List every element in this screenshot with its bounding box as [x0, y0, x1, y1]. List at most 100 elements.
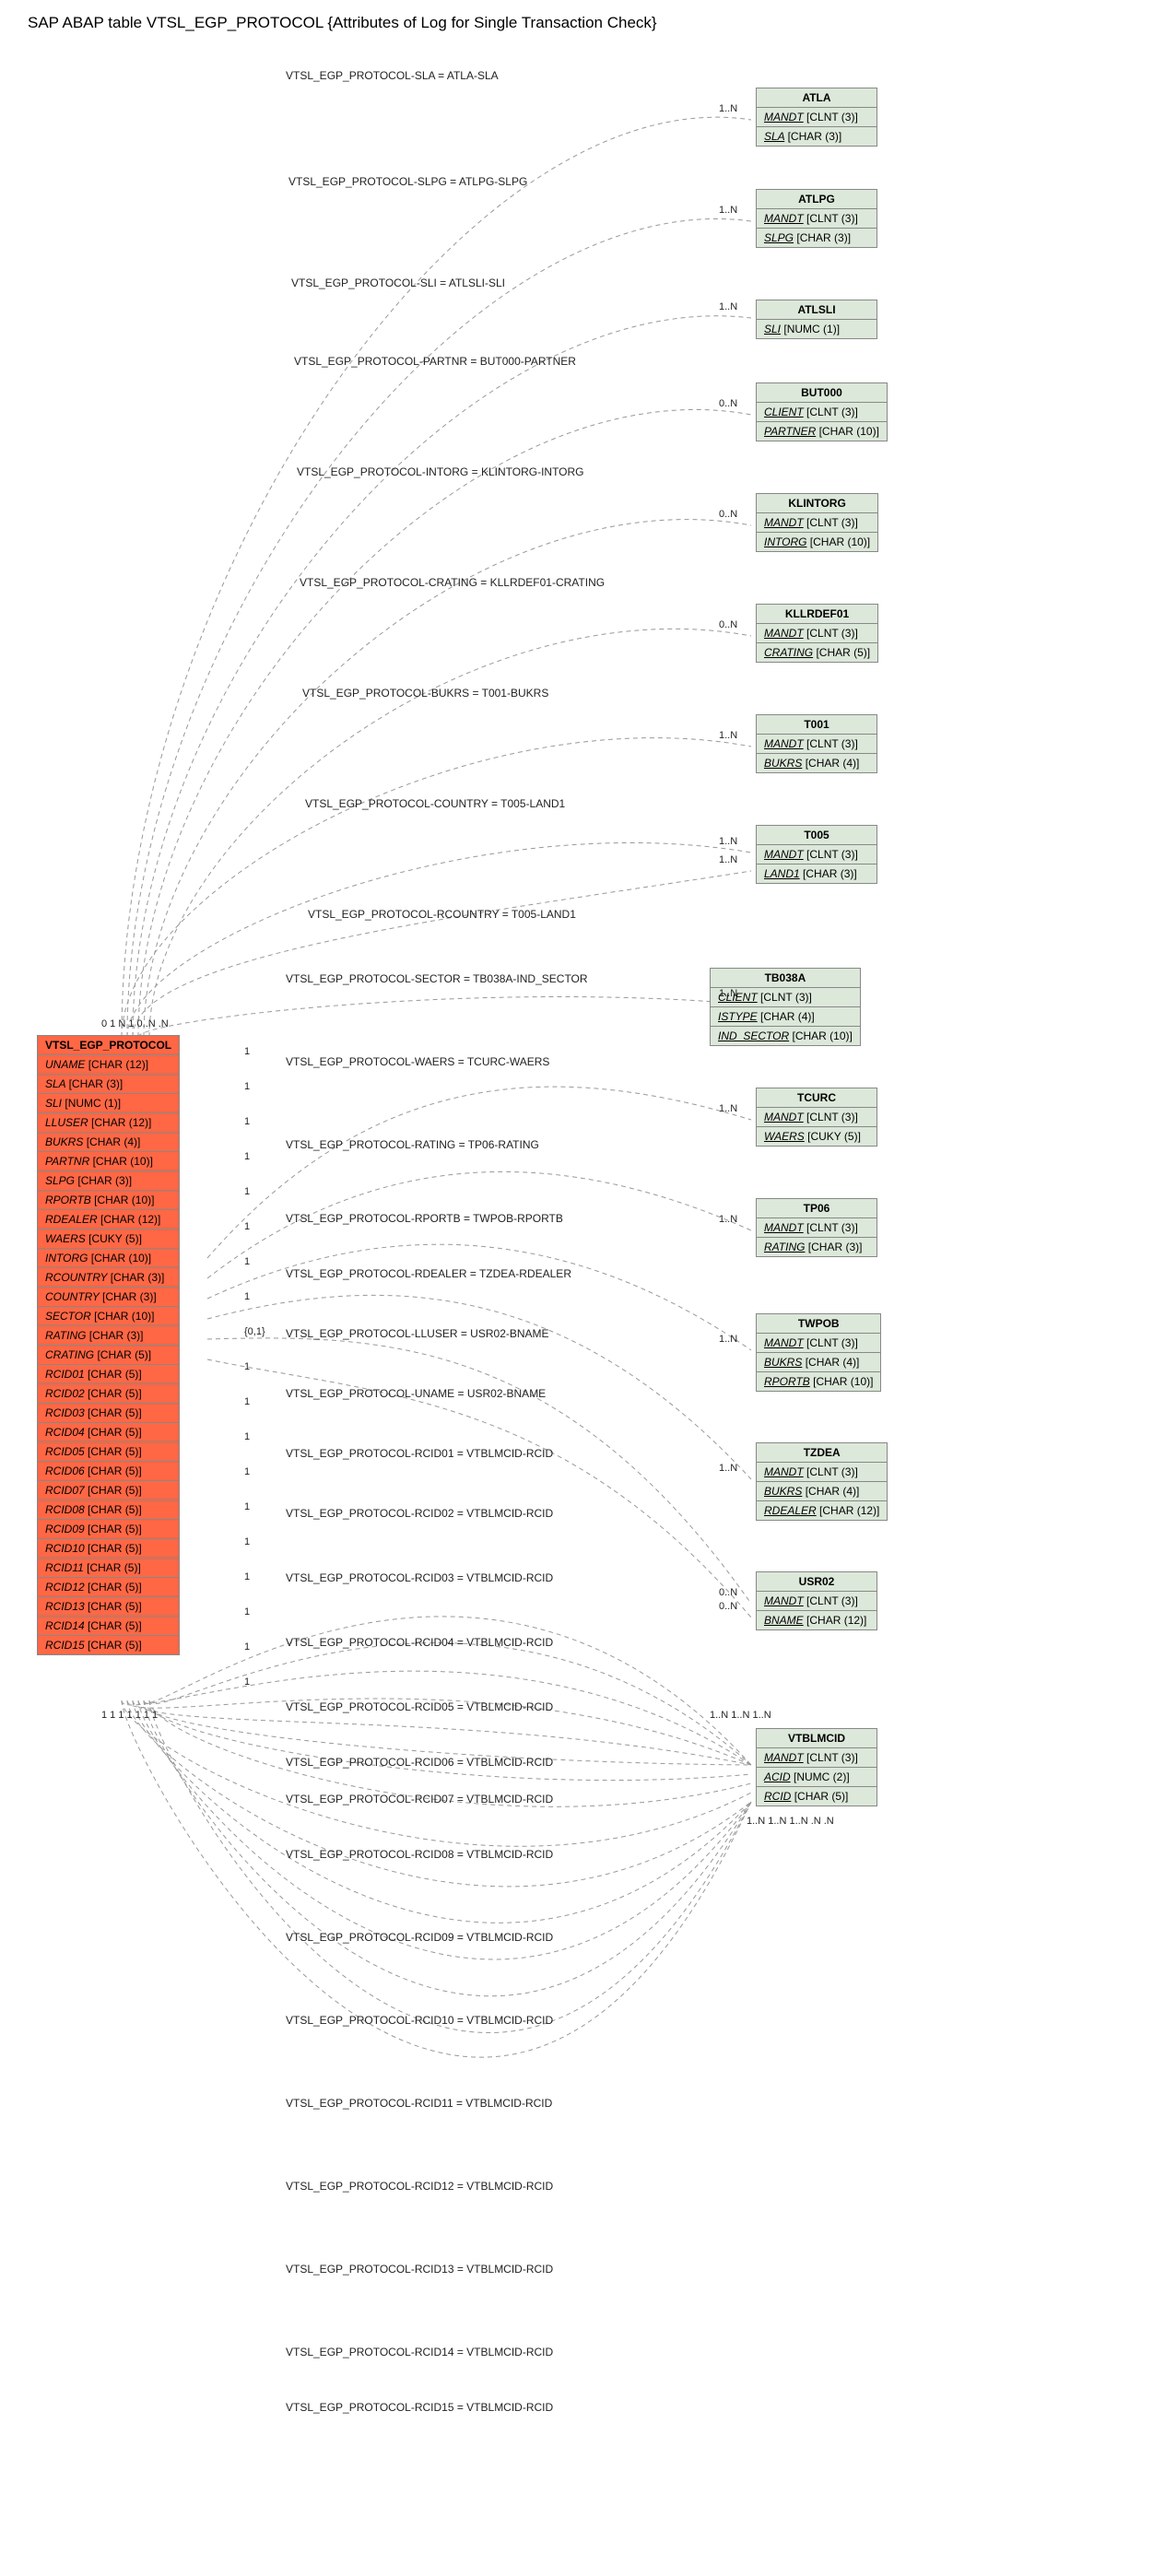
field-rcid05: RCID05 [CHAR (5)]	[38, 1442, 179, 1462]
field-bukrs: BUKRS [CHAR (4)]	[757, 1482, 887, 1501]
cardinality-src: {0,1}	[244, 1326, 265, 1337]
entity-vtblmcid: VTBLMCIDMANDT [CLNT (3)]ACID [NUMC (2)]R…	[756, 1728, 877, 1806]
cardinality-src: 1	[244, 1676, 250, 1688]
field-acid: ACID [NUMC (2)]	[757, 1768, 877, 1787]
cardinality-src: 1	[244, 1221, 250, 1232]
field-ind_sector: IND_SECTOR [CHAR (10)]	[711, 1027, 860, 1045]
rel-label: VTSL_EGP_PROTOCOL-RPORTB = TWPOB-RPORTB	[286, 1212, 563, 1225]
rel-label: VTSL_EGP_PROTOCOL-RCID04 = VTBLMCID-RCID	[286, 1636, 553, 1649]
field-sla: SLA [CHAR (3)]	[38, 1075, 179, 1094]
rel-label: VTSL_EGP_PROTOCOL-SLPG = ATLPG-SLPG	[288, 175, 527, 188]
rel-label: VTSL_EGP_PROTOCOL-COUNTRY = T005-LAND1	[305, 797, 565, 810]
field-waers: WAERS [CUKY (5)]	[38, 1229, 179, 1249]
cardinality-src: 1	[244, 1501, 250, 1512]
entity-header: TP06	[757, 1199, 877, 1218]
field-rcid03: RCID03 [CHAR (5)]	[38, 1404, 179, 1423]
cardinality: 1..N	[719, 301, 737, 312]
page-title: SAP ABAP table VTSL_EGP_PROTOCOL {Attrib…	[28, 14, 1153, 32]
field-mandt: MANDT [CLNT (3)]	[757, 209, 877, 229]
entity-header: USR02	[757, 1572, 877, 1592]
field-rating: RATING [CHAR (3)]	[38, 1326, 179, 1346]
rel-label: VTSL_EGP_PROTOCOL-CRATING = KLLRDEF01-CR…	[300, 576, 605, 589]
field-rcid02: RCID02 [CHAR (5)]	[38, 1384, 179, 1404]
cardinality-src: 1	[244, 1431, 250, 1442]
rel-label: VTSL_EGP_PROTOCOL-RCID12 = VTBLMCID-RCID	[286, 2180, 553, 2193]
cardinality: 1..N	[719, 730, 737, 741]
cardinality-src: 1	[244, 1186, 250, 1197]
rel-label: VTSL_EGP_PROTOCOL-INTORG = KLINTORG-INTO…	[297, 465, 584, 478]
rel-label: VTSL_EGP_PROTOCOL-RCID08 = VTBLMCID-RCID	[286, 1848, 553, 1861]
entity-header: ATLA	[757, 88, 877, 108]
cardinality: 1..N	[719, 1463, 737, 1474]
connectors-svg	[9, 41, 1153, 2567]
field-partner: PARTNER [CHAR (10)]	[757, 422, 887, 441]
card-vtblmcid-bottom: 1..N 1..N 1..N .N .N	[747, 1816, 834, 1827]
rel-label: VTSL_EGP_PROTOCOL-SLA = ATLA-SLA	[286, 69, 499, 82]
entity-atlpg: ATLPGMANDT [CLNT (3)]SLPG [CHAR (3)]	[756, 189, 877, 248]
rel-label: VTSL_EGP_PROTOCOL-LLUSER = USR02-BNAME	[286, 1327, 549, 1340]
field-rcid14: RCID14 [CHAR (5)]	[38, 1617, 179, 1636]
entity-vtsl-egp-protocol: VTSL_EGP_PROTOCOL UNAME [CHAR (12)]SLA […	[37, 1035, 180, 1655]
field-intorg: INTORG [CHAR (10)]	[38, 1249, 179, 1268]
field-rportb: RPORTB [CHAR (10)]	[38, 1191, 179, 1210]
field-rdealer: RDEALER [CHAR (12)]	[757, 1501, 887, 1520]
entity-t005: T005MANDT [CLNT (3)]LAND1 [CHAR (3)]	[756, 825, 877, 884]
cardinality-src: 1	[244, 1256, 250, 1267]
field-rcid04: RCID04 [CHAR (5)]	[38, 1423, 179, 1442]
rel-label: VTSL_EGP_PROTOCOL-RCID13 = VTBLMCID-RCID	[286, 2263, 553, 2276]
field-mandt: MANDT [CLNT (3)]	[757, 735, 877, 754]
rel-label: VTSL_EGP_PROTOCOL-RCID05 = VTBLMCID-RCID	[286, 1700, 553, 1713]
rel-label: VTSL_EGP_PROTOCOL-WAERS = TCURC-WAERS	[286, 1055, 549, 1068]
field-uname: UNAME [CHAR (12)]	[38, 1055, 179, 1075]
field-rcid01: RCID01 [CHAR (5)]	[38, 1365, 179, 1384]
field-mandt: MANDT [CLNT (3)]	[757, 1463, 887, 1482]
entity-header: TCURC	[757, 1088, 877, 1108]
field-rcid07: RCID07 [CHAR (5)]	[38, 1481, 179, 1500]
field-rating: RATING [CHAR (3)]	[757, 1238, 877, 1256]
entity-header: TZDEA	[757, 1443, 887, 1463]
field-rcid10: RCID10 [CHAR (5)]	[38, 1539, 179, 1559]
rel-label: VTSL_EGP_PROTOCOL-RCID07 = VTBLMCID-RCID	[286, 1793, 553, 1806]
cardinality-src: 1	[244, 1536, 250, 1547]
entity-t001: T001MANDT [CLNT (3)]BUKRS [CHAR (4)]	[756, 714, 877, 773]
rel-label: VTSL_EGP_PROTOCOL-SLI = ATLSLI-SLI	[291, 276, 505, 289]
entity-header: TB038A	[711, 969, 860, 988]
er-diagram: VTSL_EGP_PROTOCOL UNAME [CHAR (12)]SLA […	[9, 41, 1153, 2567]
entity-header: VTSL_EGP_PROTOCOL	[38, 1036, 179, 1055]
field-slpg: SLPG [CHAR (3)]	[38, 1171, 179, 1191]
rel-label: VTSL_EGP_PROTOCOL-UNAME = USR02-BNAME	[286, 1387, 546, 1400]
entity-header: ATLPG	[757, 190, 877, 209]
field-mandt: MANDT [CLNT (3)]	[757, 1334, 880, 1353]
cardinality-src: 1	[244, 1046, 250, 1057]
rel-label: VTSL_EGP_PROTOCOL-RDEALER = TZDEA-RDEALE…	[286, 1267, 571, 1280]
field-intorg: INTORG [CHAR (10)]	[757, 533, 877, 551]
cardinality: 1..N	[719, 1214, 737, 1225]
entity-tp06: TP06MANDT [CLNT (3)]RATING [CHAR (3)]	[756, 1198, 877, 1257]
entity-header: KLLRDEF01	[757, 605, 877, 624]
rel-label: VTSL_EGP_PROTOCOL-SECTOR = TB038A-IND_SE…	[286, 972, 588, 985]
field-rcid15: RCID15 [CHAR (5)]	[38, 1636, 179, 1654]
entity-header: ATLSLI	[757, 300, 877, 320]
field-mandt: MANDT [CLNT (3)]	[757, 1748, 877, 1768]
cardinality-src: 1	[244, 1151, 250, 1162]
field-bukrs: BUKRS [CHAR (4)]	[38, 1133, 179, 1152]
rel-label: VTSL_EGP_PROTOCOL-BUKRS = T001-BUKRS	[302, 687, 548, 700]
field-rcid06: RCID06 [CHAR (5)]	[38, 1462, 179, 1481]
cardinality: 1..N	[719, 988, 737, 999]
cardinality: 0..N	[719, 1601, 737, 1612]
entity-usr02: USR02MANDT [CLNT (3)]BNAME [CHAR (12)]	[756, 1571, 877, 1630]
field-rcid12: RCID12 [CHAR (5)]	[38, 1578, 179, 1597]
cardinality: 1..N	[719, 103, 737, 114]
field-rdealer: RDEALER [CHAR (12)]	[38, 1210, 179, 1229]
cardinality: 0..N	[719, 1587, 737, 1598]
cardinality-src: 1	[244, 1641, 250, 1653]
field-bukrs: BUKRS [CHAR (4)]	[757, 754, 877, 772]
field-partnr: PARTNR [CHAR (10)]	[38, 1152, 179, 1171]
rel-label: VTSL_EGP_PROTOCOL-RATING = TP06-RATING	[286, 1138, 539, 1151]
card-bottom-left: 1 1 1 1 1 1 1	[101, 1710, 158, 1721]
rel-label: VTSL_EGP_PROTOCOL-RCOUNTRY = T005-LAND1	[308, 908, 576, 921]
field-lluser: LLUSER [CHAR (12)]	[38, 1113, 179, 1133]
field-bukrs: BUKRS [CHAR (4)]	[757, 1353, 880, 1372]
field-sector: SECTOR [CHAR (10)]	[38, 1307, 179, 1326]
cardinality-src: 1	[244, 1081, 250, 1092]
